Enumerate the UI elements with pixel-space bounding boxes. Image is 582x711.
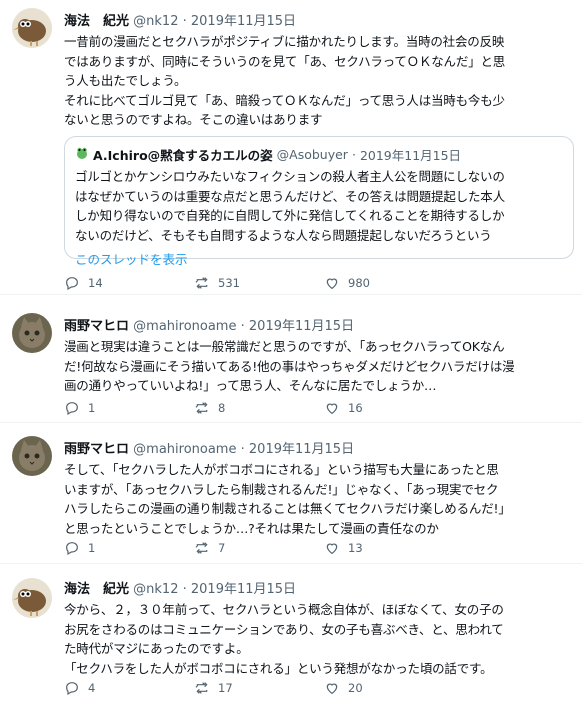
kiwi-bird-avatar-icon xyxy=(12,578,52,618)
author-handle[interactable]: @nk12 xyxy=(133,582,178,597)
author-handle[interactable]: @mahironoame xyxy=(133,442,236,457)
tweet-date[interactable]: 2019年11月15日 xyxy=(249,442,354,457)
tweet-text: 漫画と現実は違うことは一般常識だと思うのですが、「あっセクハラってOKなん だ!… xyxy=(64,339,515,393)
tweet-text: そして、「セクハラした人がボコボコにされる」という描写も大量にあったと思 います… xyxy=(64,462,511,536)
retweet-button[interactable]: 531 xyxy=(194,275,240,291)
retweet-button[interactable]: 8 xyxy=(194,400,225,416)
reply-button[interactable]: 14 xyxy=(64,275,103,291)
author-name[interactable]: 雨野マヒロ xyxy=(64,442,129,457)
reply-count: 14 xyxy=(88,276,103,290)
retweet-icon xyxy=(195,402,208,414)
like-count: 13 xyxy=(348,541,363,555)
avatar[interactable] xyxy=(12,313,52,353)
retweet-icon xyxy=(195,682,208,694)
like-count: 980 xyxy=(348,276,370,290)
reply-count: 1 xyxy=(88,541,96,555)
tweet[interactable]: 雨野マヒロ @mahironoame · 2019年11月15日 そして、「セク… xyxy=(0,428,582,564)
avatar[interactable] xyxy=(12,8,52,48)
author-name[interactable]: 雨野マヒロ xyxy=(64,319,129,334)
avatar[interactable] xyxy=(12,578,52,618)
quote-header: A.Ichiro@黙食するカエルの姿 @Asobuyer · 2019年11月1… xyxy=(75,145,461,164)
like-button[interactable]: 13 xyxy=(324,540,363,556)
reply-count: 4 xyxy=(88,681,96,695)
heart-icon xyxy=(326,403,338,415)
retweet-count: 531 xyxy=(218,276,240,290)
retweet-count: 7 xyxy=(218,541,226,555)
reply-icon xyxy=(66,542,78,556)
author-handle[interactable]: @mahironoame xyxy=(133,319,236,334)
retweet-button[interactable]: 7 xyxy=(194,540,225,556)
reply-button[interactable]: 1 xyxy=(64,540,95,556)
reply-icon xyxy=(66,277,78,291)
frog-avatar-icon xyxy=(75,146,89,163)
quote-author-handle[interactable]: @Asobuyer xyxy=(277,147,348,162)
like-count: 16 xyxy=(348,401,363,415)
quoted-tweet[interactable]: A.Ichiro@黙食するカエルの姿 @Asobuyer · 2019年11月1… xyxy=(64,136,574,267)
quote-date[interactable]: 2019年11月15日 xyxy=(360,145,461,164)
avatar[interactable] xyxy=(12,436,52,476)
retweet-count: 8 xyxy=(218,401,226,415)
like-count: 20 xyxy=(348,681,363,695)
kiwi-bird-avatar-icon xyxy=(12,8,52,48)
reply-count: 1 xyxy=(88,401,96,415)
tweet-date[interactable]: 2019年11月15日 xyxy=(191,582,296,597)
like-button[interactable]: 16 xyxy=(324,400,363,416)
retweet-button[interactable]: 17 xyxy=(194,680,233,696)
retweet-icon xyxy=(195,277,208,289)
tweet[interactable]: 海法 紀光 @nk12 · 2019年11月15日 今から、２，３０年前って、セ… xyxy=(0,570,582,711)
tweet-header: 雨野マヒロ @mahironoame · 2019年11月15日 xyxy=(64,442,355,457)
reply-button[interactable]: 1 xyxy=(64,400,95,416)
tweet-text: 今から、２，３０年前って、セクハラという概念自体が、ほぼなくて、女の子の お尻を… xyxy=(64,602,504,676)
tweet[interactable]: 雨野マヒロ @mahironoame · 2019年11月15日 漫画と現実は違… xyxy=(0,305,582,423)
tweet-header: 海法 紀光 @nk12 · 2019年11月15日 xyxy=(64,14,297,29)
retweet-count: 17 xyxy=(218,681,233,695)
author-name[interactable]: 海法 紀光 xyxy=(64,582,129,597)
cat-avatar-icon xyxy=(12,436,52,476)
like-button[interactable]: 980 xyxy=(324,275,370,291)
cat-avatar-icon xyxy=(12,313,52,353)
heart-icon xyxy=(326,543,338,555)
tweet-date[interactable]: 2019年11月15日 xyxy=(191,14,296,29)
show-thread-link[interactable]: このスレッドを表示 xyxy=(75,249,188,268)
author-handle[interactable]: @nk12 xyxy=(133,14,178,29)
quote-text: ゴルゴとかケンシロウみたいなフィクションの殺人者主人公を問題にしないの はなぜか… xyxy=(75,169,505,243)
heart-icon xyxy=(326,683,338,695)
tweet-date[interactable]: 2019年11月15日 xyxy=(249,319,354,334)
reply-icon xyxy=(66,682,78,696)
tweet-text: 一昔前の漫画だとセクハラがポジティブに描かれたりします。当時の社会の反映 ではあ… xyxy=(64,34,506,127)
reply-button[interactable]: 4 xyxy=(64,680,95,696)
like-button[interactable]: 20 xyxy=(324,680,363,696)
reply-icon xyxy=(66,402,78,416)
tweet-header: 海法 紀光 @nk12 · 2019年11月15日 xyxy=(64,582,297,597)
author-name[interactable]: 海法 紀光 xyxy=(64,14,129,29)
heart-icon xyxy=(326,278,338,290)
tweet[interactable]: 海法 紀光 @nk12 · 2019年11月15日 一昔前の漫画だとセクハラがポ… xyxy=(0,0,582,295)
tweet-header: 雨野マヒロ @mahironoame · 2019年11月15日 xyxy=(64,319,355,334)
retweet-icon xyxy=(195,542,208,554)
quote-author-name[interactable]: A.Ichiro@黙食するカエルの姿 xyxy=(93,145,273,164)
